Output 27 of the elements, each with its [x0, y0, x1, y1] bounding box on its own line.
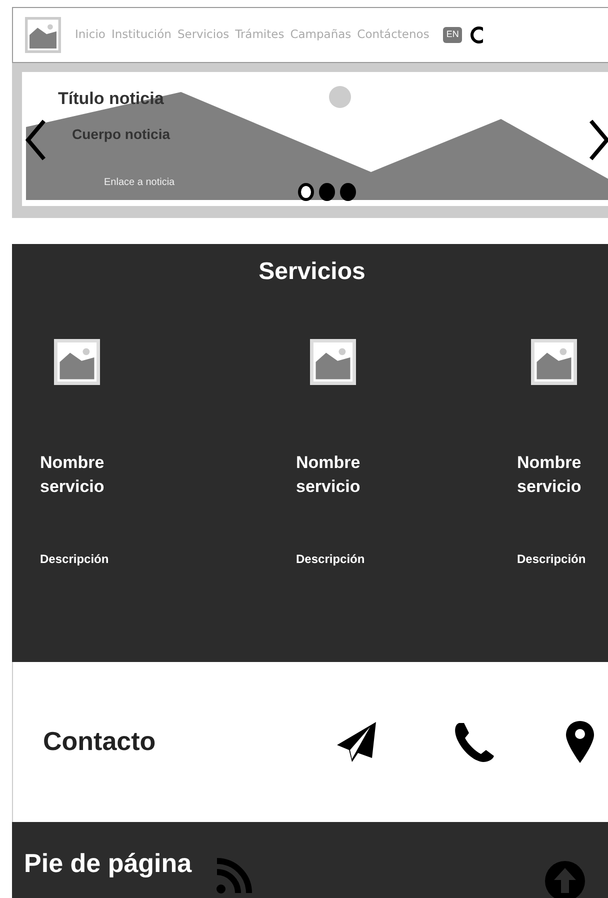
language-button[interactable]: EN [443, 27, 462, 43]
service-description: Descripción [40, 551, 110, 568]
nav-link[interactable]: Inicio [75, 26, 106, 44]
image-placeholder-icon [310, 338, 356, 385]
phone-icon[interactable] [453, 721, 495, 763]
service-name: Nombre servicio [517, 452, 582, 498]
image-placeholder-icon [531, 338, 577, 385]
image-placeholder-icon [54, 338, 100, 385]
service-description: Descripción [517, 551, 587, 568]
send-icon[interactable] [336, 721, 378, 763]
nav-link[interactable]: Institución [111, 26, 172, 44]
service-name: Nombre servicio [296, 452, 362, 498]
search-icon[interactable] [468, 25, 483, 45]
news-title: Título noticia [58, 88, 164, 110]
news-body: Cuerpo noticia [72, 125, 170, 144]
footer-title: Pie de página [24, 848, 192, 880]
nav-link[interactable]: Servicios [177, 26, 230, 44]
section-title: Servicios [258, 257, 366, 287]
image-placeholder-icon [25, 15, 61, 55]
nav-link[interactable]: Trámites [235, 26, 284, 44]
nav-link[interactable]: Contáctenos [357, 26, 430, 44]
nav-link[interactable]: Campañas [290, 26, 352, 44]
section-title: Contacto [43, 726, 157, 758]
service-name: Nombre servicio [40, 452, 106, 498]
location-pin-icon[interactable] [565, 720, 595, 764]
news-link[interactable]: Enlace a noticia [104, 175, 175, 190]
service-description: Descripción [296, 551, 366, 568]
